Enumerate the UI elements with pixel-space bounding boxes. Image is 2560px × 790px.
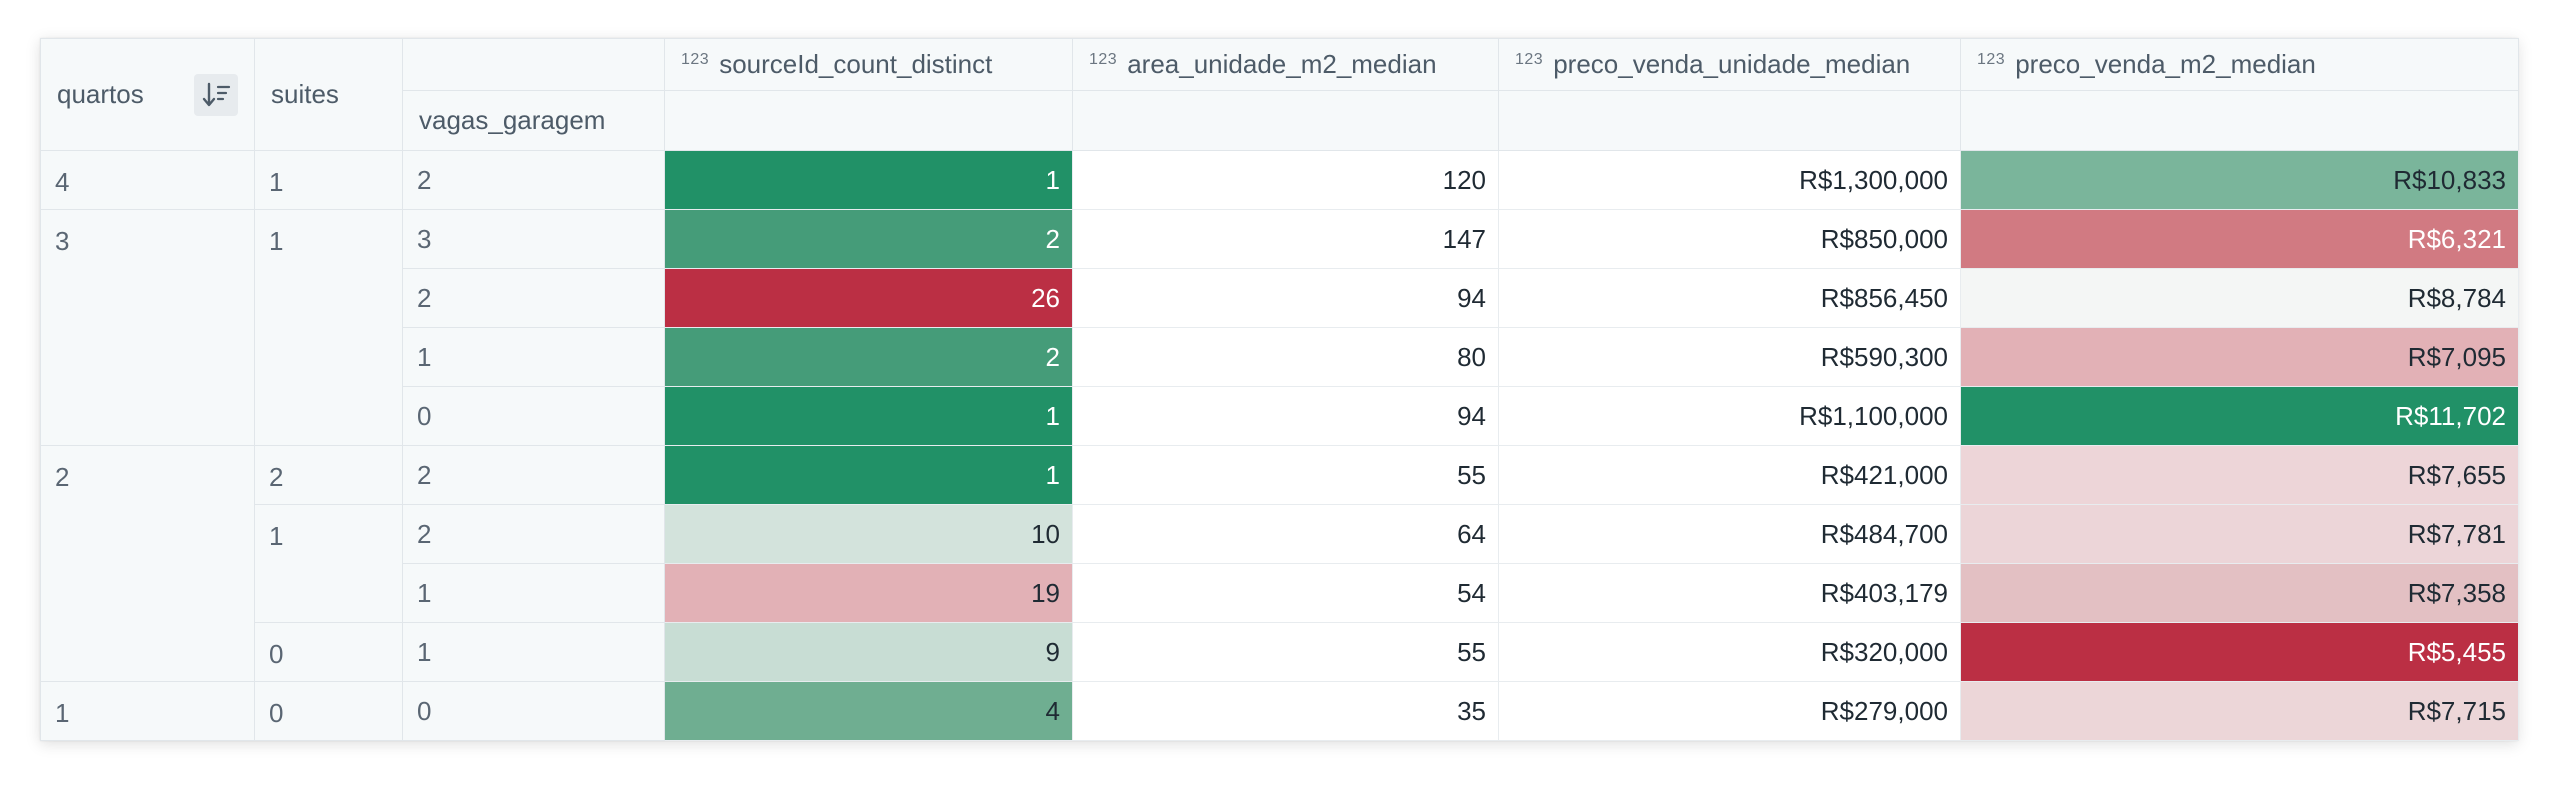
header-metric-1-label: area_unidade_m2_median <box>1127 49 1437 79</box>
cell-suites: 2 <box>254 445 403 505</box>
header-quartos-label: quartos <box>57 79 144 109</box>
cell-source-count: 1 <box>664 150 1073 210</box>
header-suites[interactable]: suites <box>254 38 403 151</box>
sort-descending-icon <box>202 82 231 106</box>
table-row: 1 0 0 4 35 R$279,000 R$7,715 <box>40 681 2519 741</box>
cell-vagas-garagem: 1 <box>402 563 665 623</box>
pivot-body: 4 1 2 1 120 R$1,300,000 R$10,833 3 1 3 2 147 R$850,0… <box>40 150 2519 741</box>
cell-preco-unidade-median: R$421,000 <box>1498 445 1961 505</box>
cell-preco-m2-median: R$11,702 <box>1960 386 2519 446</box>
cell-area-median: 54 <box>1072 563 1499 623</box>
header-empty <box>1498 90 1961 151</box>
pivot-table: quartos suites 123 sourceId_count_distin… <box>40 38 2519 741</box>
number-type-icon: 123 <box>1515 50 1544 68</box>
cell-suites: 1 <box>254 150 403 210</box>
cell-preco-unidade-median: R$1,300,000 <box>1498 150 1961 210</box>
cell-source-count: 1 <box>664 445 1073 505</box>
cell-preco-m2-median: R$10,833 <box>1960 150 2519 210</box>
cell-preco-unidade-median: R$856,450 <box>1498 268 1961 328</box>
header-metric-0[interactable]: 123 sourceId_count_distinct <box>664 38 1073 91</box>
header-metric-3-label: preco_venda_m2_median <box>2015 49 2316 79</box>
cell-preco-unidade-median: R$320,000 <box>1498 622 1961 682</box>
cell-preco-unidade-median: R$1,100,000 <box>1498 386 1961 446</box>
table-row: 1 2 80 R$590,300 R$7,095 <box>41 327 2519 387</box>
number-type-icon: 123 <box>681 50 710 68</box>
cell-area-median: 147 <box>1072 209 1499 269</box>
cell-preco-unidade-median: R$590,300 <box>1498 327 1961 387</box>
table-row: 1 19 54 R$403,179 R$7,358 <box>41 563 2519 623</box>
cell-vagas-garagem: 3 <box>402 209 665 269</box>
cell-source-count: 26 <box>664 268 1073 328</box>
header-metric-2[interactable]: 123 preco_venda_unidade_median <box>1498 38 1961 91</box>
header-vagas-top <box>402 38 665 91</box>
header-metric-1[interactable]: 123 area_unidade_m2_median <box>1072 38 1499 91</box>
cell-preco-m2-median: R$7,715 <box>1960 681 2519 741</box>
cell-preco-m2-median: R$5,455 <box>1960 622 2519 682</box>
header-empty <box>1960 90 2519 151</box>
table-row: 0 1 9 55 R$320,000 R$5,455 <box>41 622 2519 682</box>
table-row: 2 26 94 R$856,450 R$8,784 <box>41 268 2519 328</box>
cell-area-median: 80 <box>1072 327 1499 387</box>
cell-vagas-garagem: 0 <box>402 386 665 446</box>
cell-source-count: 1 <box>664 386 1073 446</box>
table-row: 0 1 94 R$1,100,000 R$11,702 <box>41 386 2519 446</box>
cell-area-median: 120 <box>1072 150 1499 210</box>
cell-preco-m2-median: R$7,095 <box>1960 327 2519 387</box>
cell-area-median: 94 <box>1072 268 1499 328</box>
cell-area-median: 64 <box>1072 504 1499 564</box>
cell-area-median: 55 <box>1072 445 1499 505</box>
cell-quartos: 2 <box>40 445 255 682</box>
cell-suites: 0 <box>254 681 403 741</box>
cell-vagas-garagem: 0 <box>402 681 665 741</box>
cell-source-count: 2 <box>664 209 1073 269</box>
cell-suites: 1 <box>254 504 403 623</box>
cell-preco-m2-median: R$7,781 <box>1960 504 2519 564</box>
cell-quartos: 4 <box>40 150 255 210</box>
header-vagas-garagem[interactable]: vagas_garagem <box>402 90 665 151</box>
cell-quartos: 3 <box>40 209 255 446</box>
cell-suites: 0 <box>254 622 403 682</box>
header-metric-2-label: preco_venda_unidade_median <box>1553 49 1911 79</box>
pivot-table-card: quartos suites 123 sourceId_count_distin… <box>40 38 2519 741</box>
header-suites-label: suites <box>271 79 339 109</box>
cell-preco-m2-median: R$6,321 <box>1960 209 2519 269</box>
cell-source-count: 4 <box>664 681 1073 741</box>
table-row: 2 2 2 1 55 R$421,000 R$7,655 <box>40 445 2519 682</box>
table-row: 3 1 3 2 147 R$850,000 R$6,321 <box>40 209 2519 446</box>
cell-preco-unidade-median: R$403,179 <box>1498 563 1961 623</box>
cell-vagas-garagem: 2 <box>402 504 665 564</box>
header-metric-3[interactable]: 123 preco_venda_m2_median <box>1960 38 2519 91</box>
cell-area-median: 55 <box>1072 622 1499 682</box>
cell-source-count: 10 <box>664 504 1073 564</box>
cell-source-count: 9 <box>664 622 1073 682</box>
cell-quartos: 1 <box>40 681 255 741</box>
cell-preco-unidade-median: R$850,000 <box>1498 209 1961 269</box>
table-row: 1 2 10 64 R$484,700 R$7,781 <box>41 504 2519 623</box>
cell-vagas-garagem: 2 <box>402 268 665 328</box>
sort-button[interactable] <box>194 73 238 116</box>
number-type-icon: 123 <box>1089 50 1118 68</box>
cell-area-median: 94 <box>1072 386 1499 446</box>
cell-preco-unidade-median: R$279,000 <box>1498 681 1961 741</box>
cell-vagas-garagem: 1 <box>402 622 665 682</box>
cell-preco-unidade-median: R$484,700 <box>1498 504 1961 564</box>
number-type-icon: 123 <box>1977 50 2006 68</box>
cell-suites: 1 <box>254 209 403 446</box>
cell-preco-m2-median: R$7,655 <box>1960 445 2519 505</box>
cell-vagas-garagem: 1 <box>402 327 665 387</box>
cell-vagas-garagem: 2 <box>402 445 665 505</box>
cell-area-median: 35 <box>1072 681 1499 741</box>
header-quartos[interactable]: quartos <box>40 38 255 151</box>
cell-vagas-garagem: 2 <box>402 150 665 210</box>
header-metric-0-label: sourceId_count_distinct <box>719 49 993 79</box>
cell-source-count: 19 <box>664 563 1073 623</box>
header-empty <box>1072 90 1499 151</box>
header-vagas-label: vagas_garagem <box>419 105 606 135</box>
cell-source-count: 2 <box>664 327 1073 387</box>
header-empty <box>664 90 1073 151</box>
cell-preco-m2-median: R$8,784 <box>1960 268 2519 328</box>
table-row: 4 1 2 1 120 R$1,300,000 R$10,833 <box>40 150 2519 210</box>
cell-preco-m2-median: R$7,358 <box>1960 563 2519 623</box>
